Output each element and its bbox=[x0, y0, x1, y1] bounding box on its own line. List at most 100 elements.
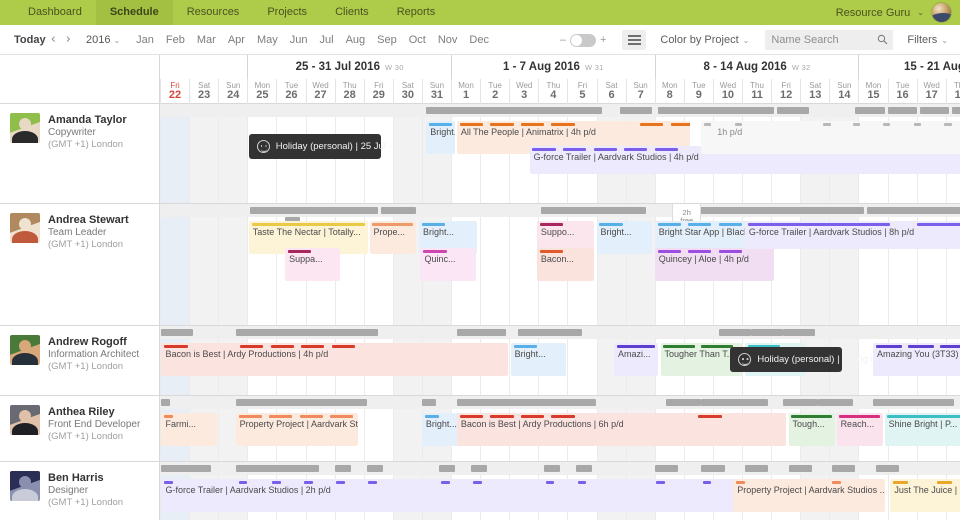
month-dec[interactable]: Dec bbox=[463, 34, 495, 46]
day-cell[interactable] bbox=[189, 104, 218, 203]
search-box[interactable] bbox=[765, 30, 893, 50]
avatar[interactable] bbox=[10, 213, 40, 243]
booking-bar[interactable]: 1h p/d bbox=[701, 121, 960, 154]
booking-bar[interactable]: Amazi... bbox=[614, 343, 658, 376]
day-header-12[interactable]: Fri12 bbox=[771, 79, 800, 104]
previous-period-button[interactable]: ‹ bbox=[46, 32, 61, 47]
nav-item-resources[interactable]: Resources bbox=[173, 0, 254, 25]
resource-row[interactable]: Anthea RileyFront End Developer(GMT +1) … bbox=[0, 396, 159, 462]
day-header-1[interactable]: Mon1 bbox=[451, 79, 480, 104]
zoom-in-label[interactable]: + bbox=[600, 34, 606, 46]
booking-bar[interactable]: Just The Juice | ... bbox=[890, 479, 960, 512]
resource-row[interactable]: Andrea StewartTeam Leader(GMT +1) London bbox=[0, 204, 159, 326]
day-header-31[interactable]: Sun31 bbox=[422, 79, 451, 104]
month-sep[interactable]: Sep bbox=[371, 34, 403, 46]
day-header-11[interactable]: Thu11 bbox=[742, 79, 771, 104]
month-jan[interactable]: Jan bbox=[130, 34, 160, 46]
month-jun[interactable]: Jun bbox=[284, 34, 314, 46]
day-header-7[interactable]: Sun7 bbox=[626, 79, 655, 104]
booking-bar[interactable]: Property Project | Aardvark Studios ... bbox=[733, 479, 884, 512]
booking-bar[interactable]: Quincey | Aloe | 4h p/d bbox=[655, 248, 774, 281]
zoom-toggle[interactable] bbox=[570, 34, 596, 47]
booking-bar[interactable]: Bright... bbox=[426, 121, 455, 154]
day-cell[interactable] bbox=[393, 104, 422, 203]
booking-bar[interactable]: Bacon is Best | Ardy Productions | 6h p/… bbox=[457, 413, 786, 446]
month-may[interactable]: May bbox=[251, 34, 284, 46]
booking-bar[interactable]: Bright... bbox=[511, 343, 566, 376]
list-view-icon[interactable] bbox=[622, 30, 646, 50]
booking-bar[interactable]: Reach... bbox=[837, 413, 884, 446]
avatar[interactable] bbox=[10, 405, 40, 435]
booking-bar[interactable]: Tough... bbox=[789, 413, 836, 446]
day-header-18[interactable]: Thu18 bbox=[946, 79, 960, 104]
day-header-9[interactable]: Tue9 bbox=[684, 79, 713, 104]
month-aug[interactable]: Aug bbox=[340, 34, 372, 46]
booking-bar[interactable]: Shine Bright | P... bbox=[885, 413, 960, 446]
booking-bar[interactable]: Suppa... bbox=[285, 248, 340, 281]
account-menu-label[interactable]: Resource Guru bbox=[836, 7, 911, 19]
month-mar[interactable]: Mar bbox=[191, 34, 222, 46]
booking-bar[interactable]: Bacon... bbox=[537, 248, 594, 281]
booking-bar[interactable]: Farmi... bbox=[161, 413, 216, 446]
booking-bar[interactable]: Quinc... bbox=[420, 248, 475, 281]
month-jul[interactable]: Jul bbox=[314, 34, 340, 46]
day-header-4[interactable]: Thu4 bbox=[538, 79, 567, 104]
avatar[interactable] bbox=[10, 471, 40, 501]
today-button[interactable]: Today bbox=[14, 34, 46, 46]
day-header-13[interactable]: Sat13 bbox=[800, 79, 829, 104]
zoom-out-label[interactable]: – bbox=[560, 34, 566, 46]
day-header-15[interactable]: Mon15 bbox=[858, 79, 887, 104]
month-feb[interactable]: Feb bbox=[160, 34, 191, 46]
day-header-10[interactable]: Wed10 bbox=[713, 79, 742, 104]
day-header-26[interactable]: Tue26 bbox=[276, 79, 305, 104]
avatar[interactable] bbox=[10, 113, 40, 143]
day-header-17[interactable]: Wed17 bbox=[917, 79, 946, 104]
avatar[interactable] bbox=[931, 2, 952, 23]
nav-item-dashboard[interactable]: Dashboard bbox=[14, 0, 96, 25]
day-cell[interactable] bbox=[160, 104, 189, 203]
month-apr[interactable]: Apr bbox=[222, 34, 251, 46]
day-header-29[interactable]: Fri29 bbox=[364, 79, 393, 104]
resource-row[interactable]: Amanda TaylorCopywriter(GMT +1) London bbox=[0, 104, 159, 204]
day-header-30[interactable]: Sat30 bbox=[393, 79, 422, 104]
day-header-16[interactable]: Tue16 bbox=[888, 79, 917, 104]
day-header-22[interactable]: Fri22 bbox=[160, 79, 189, 104]
booking-bar[interactable]: Bright... bbox=[597, 221, 652, 254]
nav-item-schedule[interactable]: Schedule bbox=[96, 0, 173, 25]
avatar[interactable] bbox=[10, 335, 40, 365]
booking-bar[interactable]: Property Project | Aardvark Studio... bbox=[236, 413, 358, 446]
day-header-23[interactable]: Sat23 bbox=[189, 79, 218, 104]
day-header-5[interactable]: Fri5 bbox=[567, 79, 596, 104]
nav-item-projects[interactable]: Projects bbox=[253, 0, 321, 25]
day-header-8[interactable]: Mon8 bbox=[655, 79, 684, 104]
day-cell[interactable] bbox=[218, 104, 247, 203]
day-header-27[interactable]: Wed27 bbox=[306, 79, 335, 104]
day-header-14[interactable]: Sun14 bbox=[829, 79, 858, 104]
search-input[interactable] bbox=[771, 34, 887, 46]
day-cell[interactable] bbox=[509, 204, 538, 325]
next-period-button[interactable]: › bbox=[61, 32, 76, 47]
nav-item-reports[interactable]: Reports bbox=[383, 0, 450, 25]
day-cell[interactable] bbox=[218, 204, 247, 325]
chevron-down-icon[interactable]: ⌄ bbox=[917, 8, 924, 17]
filters-dropdown[interactable]: Filters⌄ bbox=[907, 34, 948, 46]
day-cell[interactable] bbox=[480, 204, 509, 325]
day-header-24[interactable]: Sun24 bbox=[218, 79, 247, 104]
month-nov[interactable]: Nov bbox=[432, 34, 464, 46]
booking-bar[interactable]: G-force Trailer | Aardvark Studios | 8h … bbox=[745, 221, 960, 249]
month-oct[interactable]: Oct bbox=[403, 34, 432, 46]
booking-bar[interactable]: Bacon is Best | Ardy Productions | 4h p/… bbox=[161, 343, 507, 376]
zoom-control[interactable]: – + bbox=[560, 34, 607, 47]
day-header-3[interactable]: Wed3 bbox=[509, 79, 538, 104]
booking-bar[interactable]: Prope... bbox=[370, 221, 417, 254]
day-header-6[interactable]: Sat6 bbox=[597, 79, 626, 104]
day-header-25[interactable]: Mon25 bbox=[247, 79, 276, 104]
nav-item-clients[interactable]: Clients bbox=[321, 0, 383, 25]
day-header-28[interactable]: Thu28 bbox=[335, 79, 364, 104]
year-selector[interactable]: 2016⌄ bbox=[86, 34, 120, 46]
resource-row[interactable]: Andrew RogoffInformation Architect(GMT +… bbox=[0, 326, 159, 396]
color-by-dropdown[interactable]: Color by Project⌄ bbox=[660, 34, 749, 46]
day-cell[interactable] bbox=[189, 204, 218, 325]
day-header-2[interactable]: Tue2 bbox=[480, 79, 509, 104]
day-cell[interactable] bbox=[160, 204, 189, 325]
